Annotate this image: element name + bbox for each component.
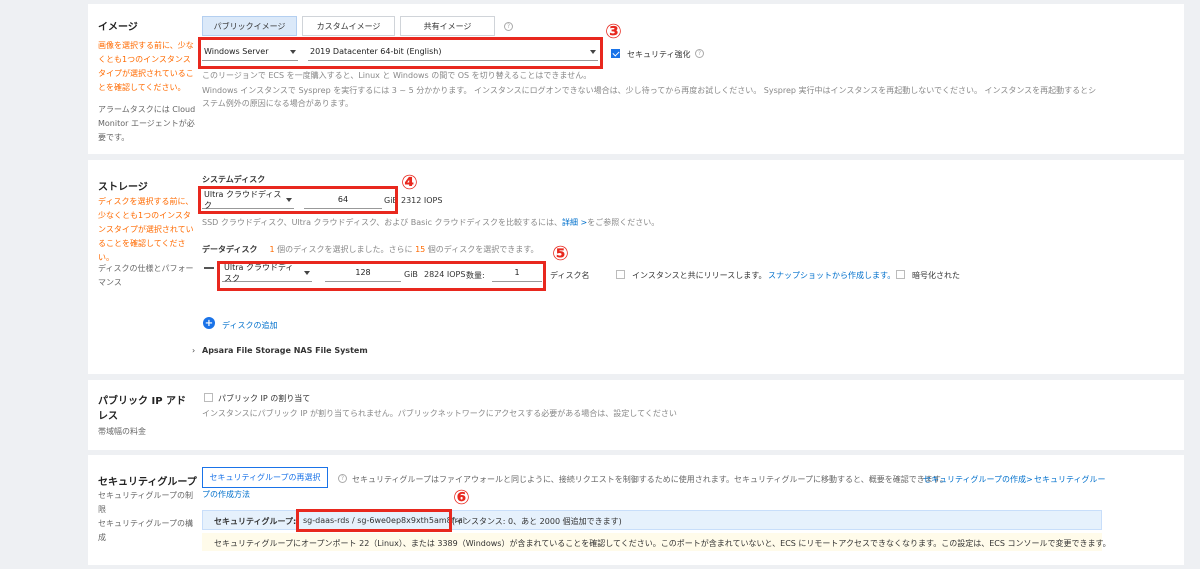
annotation-marker-3: ③: [605, 19, 622, 43]
annotation-box-3: [198, 37, 603, 69]
reselect-security-group-button[interactable]: セキュリティグループの再選択: [202, 467, 328, 488]
encrypt-checkbox[interactable]: [896, 270, 905, 279]
data-disk-header: データディスク 1 個のディスクを選択しました。さらに 15 個のディスクを選択で…: [202, 245, 539, 254]
security-group-description: セキュリティグループはファイアウォールと同じように、接続リクエストを制御するため…: [352, 475, 948, 484]
public-ip-info: インスタンスにパブリック IP が割り当てられません。パブリックネットワークにア…: [202, 409, 677, 418]
storage-performance-note: ディスクの仕様とパフォーマンス: [98, 264, 194, 287]
create-from-snapshot-link[interactable]: スナップショットから作成します。: [768, 270, 895, 281]
security-group-howto-link-1[interactable]: セキュリティグルー: [1034, 474, 1106, 485]
tab-shared-image[interactable]: 共有イメージ: [400, 16, 495, 36]
tab-custom-image[interactable]: カスタムイメージ: [302, 16, 395, 36]
release-with-instance-label: インスタンスと共にリリースします。: [632, 271, 767, 280]
image-panel: イメージ 画像を選択する前に、少なくとも1つのインスタンスタイプが選択されている…: [88, 4, 1184, 154]
help-icon[interactable]: ?: [695, 49, 704, 58]
security-group-panel: セキュリティグループ セキュリティグループの制限 セキュリティグループの構成 セ…: [88, 455, 1184, 565]
system-disk-iops: 2312 IOPS: [401, 196, 443, 205]
annotation-box-4: [198, 186, 398, 214]
tab-public-image[interactable]: パブリックイメージ: [202, 16, 297, 36]
nas-expander[interactable]: Apsara File Storage NAS File System: [202, 346, 368, 355]
security-group-config-note: セキュリティグループの構成: [98, 519, 194, 542]
annotation-box-5: [217, 261, 546, 291]
security-group-section-title: セキュリティグループ: [98, 477, 197, 488]
storage-panel: ストレージ ディスクを選択する前に、少なくとも1つのインスタンスタイプが選択され…: [88, 160, 1184, 374]
release-with-instance-checkbox[interactable]: [616, 270, 625, 279]
remove-disk-icon[interactable]: [204, 267, 214, 269]
security-enhance-checkbox[interactable]: [611, 49, 620, 58]
public-ip-section-title: パブリック IP アドレス: [98, 396, 187, 422]
assign-public-ip-label: パブリック IP の割り当て: [218, 394, 311, 403]
annotation-marker-6: ⑥: [453, 485, 470, 509]
assign-public-ip-checkbox[interactable]: [204, 393, 213, 402]
image-alarm-note: アラームタスクには Cloud Monitor エージェントが必要です。: [98, 105, 196, 142]
storage-section-title: ストレージ: [98, 182, 148, 193]
selected-security-group-label: セキュリティグループ:: [214, 517, 297, 526]
public-ip-panel: パブリック IP アドレス 帯域幅の料金 パブリック IP の割り当て インスタ…: [88, 380, 1184, 450]
data-disk-label: データディスク: [202, 245, 258, 254]
annotation-marker-5: ⑤: [552, 241, 569, 265]
create-security-group-link[interactable]: セキュリティグループの作成>: [923, 474, 1033, 485]
image-info-sysprep: Windows インスタンスで Sysprep を実行するには 3 ~ 5 分か…: [202, 86, 1097, 108]
bandwidth-fee-note: 帯域幅の料金: [98, 427, 146, 436]
disk-name-label: ディスク名: [550, 271, 590, 280]
encrypt-label: 暗号化された: [912, 271, 960, 280]
plus-icon[interactable]: +: [203, 317, 215, 329]
details-link[interactable]: 詳細 >: [562, 218, 587, 227]
port-warning-text: セキュリティグループにオープンポート 22（Linux）、または 3389（Wi…: [214, 539, 1111, 548]
security-group-howto-link-2[interactable]: プの作成方法: [202, 489, 250, 500]
selected-security-group-quota: (インスタンス: 0、あと 2000 個追加できます): [452, 517, 622, 526]
add-disk-link[interactable]: ディスクの追加: [222, 320, 277, 331]
system-disk-label: システムディスク: [202, 175, 266, 184]
image-info-os-switch: このリージョンで ECS を一度購入すると、Linux と Windows の間…: [202, 71, 592, 80]
annotation-box-6: [296, 509, 452, 532]
image-section-title: イメージ: [98, 22, 138, 33]
help-icon[interactable]: ?: [504, 22, 513, 31]
security-group-limit-note: セキュリティグループの制限: [98, 491, 194, 514]
annotation-marker-4: ④: [401, 170, 418, 194]
storage-warning: ディスクを選択する前に、少なくとも1つのインスタンスタイプが選択されていることを…: [98, 197, 194, 262]
image-warning: 画像を選択する前に、少なくとも1つのインスタンスタイプが選択されていることを確認…: [98, 41, 194, 92]
disk-compare-note: SSD クラウドディスク、Ultra クラウドディスク、および Basic クラ…: [202, 218, 660, 227]
chevron-right-icon[interactable]: ›: [192, 346, 195, 355]
security-enhance-label: セキュリティ強化: [627, 50, 691, 59]
help-icon[interactable]: ?: [338, 474, 347, 483]
